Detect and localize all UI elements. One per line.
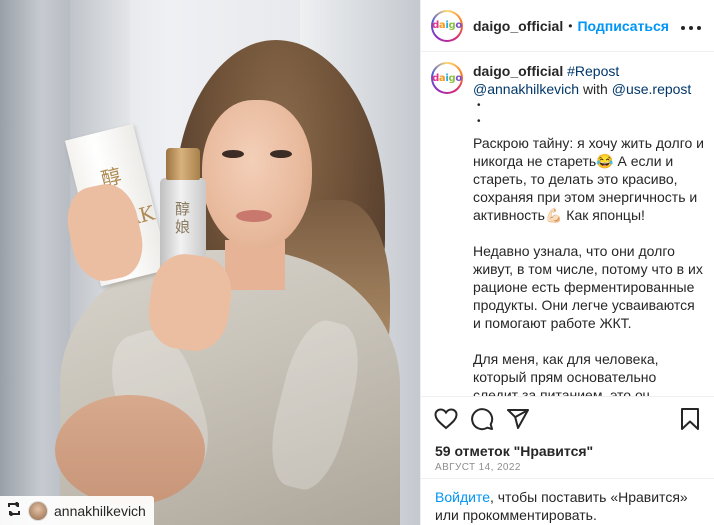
- hashtag-link[interactable]: #Repost: [567, 63, 619, 79]
- knee: [55, 395, 205, 505]
- eye: [222, 150, 244, 158]
- follow-button[interactable]: Подписаться: [577, 18, 669, 34]
- caption-paragraph: Для меня, как для человека, который прям…: [473, 351, 659, 396]
- product-bottle-label: 醇 娘: [175, 200, 191, 236]
- avatar[interactable]: daigo: [431, 9, 463, 42]
- caption-username[interactable]: daigo_official: [473, 63, 563, 79]
- bottle-cap: [166, 148, 200, 180]
- more-options-icon[interactable]: [680, 14, 702, 37]
- caption-paragraph: Недавно узнала, что они долго живут, в т…: [473, 243, 703, 331]
- post-photo[interactable]: 醇 娘 SAK 醇 娘 annakhilkevich: [0, 0, 420, 525]
- share-icon[interactable]: [505, 406, 531, 432]
- daigo-logo: daigo: [432, 11, 462, 40]
- header-username[interactable]: daigo_official: [473, 18, 563, 34]
- comment-icon[interactable]: [469, 406, 495, 432]
- caption-text: daigo_official #Repost @annakhilkevich w…: [473, 62, 704, 396]
- mention-link-repost[interactable]: @use.repost: [612, 81, 692, 97]
- caption-dots: • •: [477, 100, 481, 127]
- repost-tag[interactable]: annakhilkevich: [0, 496, 154, 525]
- caption-paragraph: Раскрою тайну: я хочу жить долго и никог…: [473, 135, 704, 223]
- avatar[interactable]: daigo: [431, 62, 463, 94]
- heart-icon[interactable]: [433, 406, 459, 432]
- separator-dot: •: [568, 18, 573, 33]
- with-text: with: [582, 81, 608, 97]
- mention-link[interactable]: @annakhilkevich: [473, 81, 579, 97]
- action-bar: [421, 396, 714, 440]
- repost-avatar: [28, 500, 48, 521]
- post-header: daigo daigo_official • Подписаться: [421, 0, 714, 52]
- repost-icon: [6, 500, 22, 520]
- likes-count[interactable]: 59 отметок "Нравится": [435, 443, 593, 459]
- login-link[interactable]: Войдите: [435, 489, 490, 505]
- eye: [270, 150, 292, 158]
- caption: daigo daigo_official #Repost @annakhilke…: [431, 62, 704, 396]
- bookmark-icon[interactable]: [677, 406, 703, 432]
- post-date[interactable]: АВГУСТ 14, 2022: [435, 462, 521, 473]
- daigo-logo: daigo: [432, 64, 462, 92]
- login-prompt: Войдите, чтобы поставить «Нравится» или …: [421, 478, 714, 525]
- post-panel: daigo daigo_official • Подписаться daigo…: [420, 0, 714, 525]
- face: [202, 100, 312, 250]
- repost-username[interactable]: annakhilkevich: [54, 503, 146, 519]
- comments-area[interactable]: daigo daigo_official #Repost @annakhilke…: [421, 52, 714, 396]
- lips: [236, 210, 272, 222]
